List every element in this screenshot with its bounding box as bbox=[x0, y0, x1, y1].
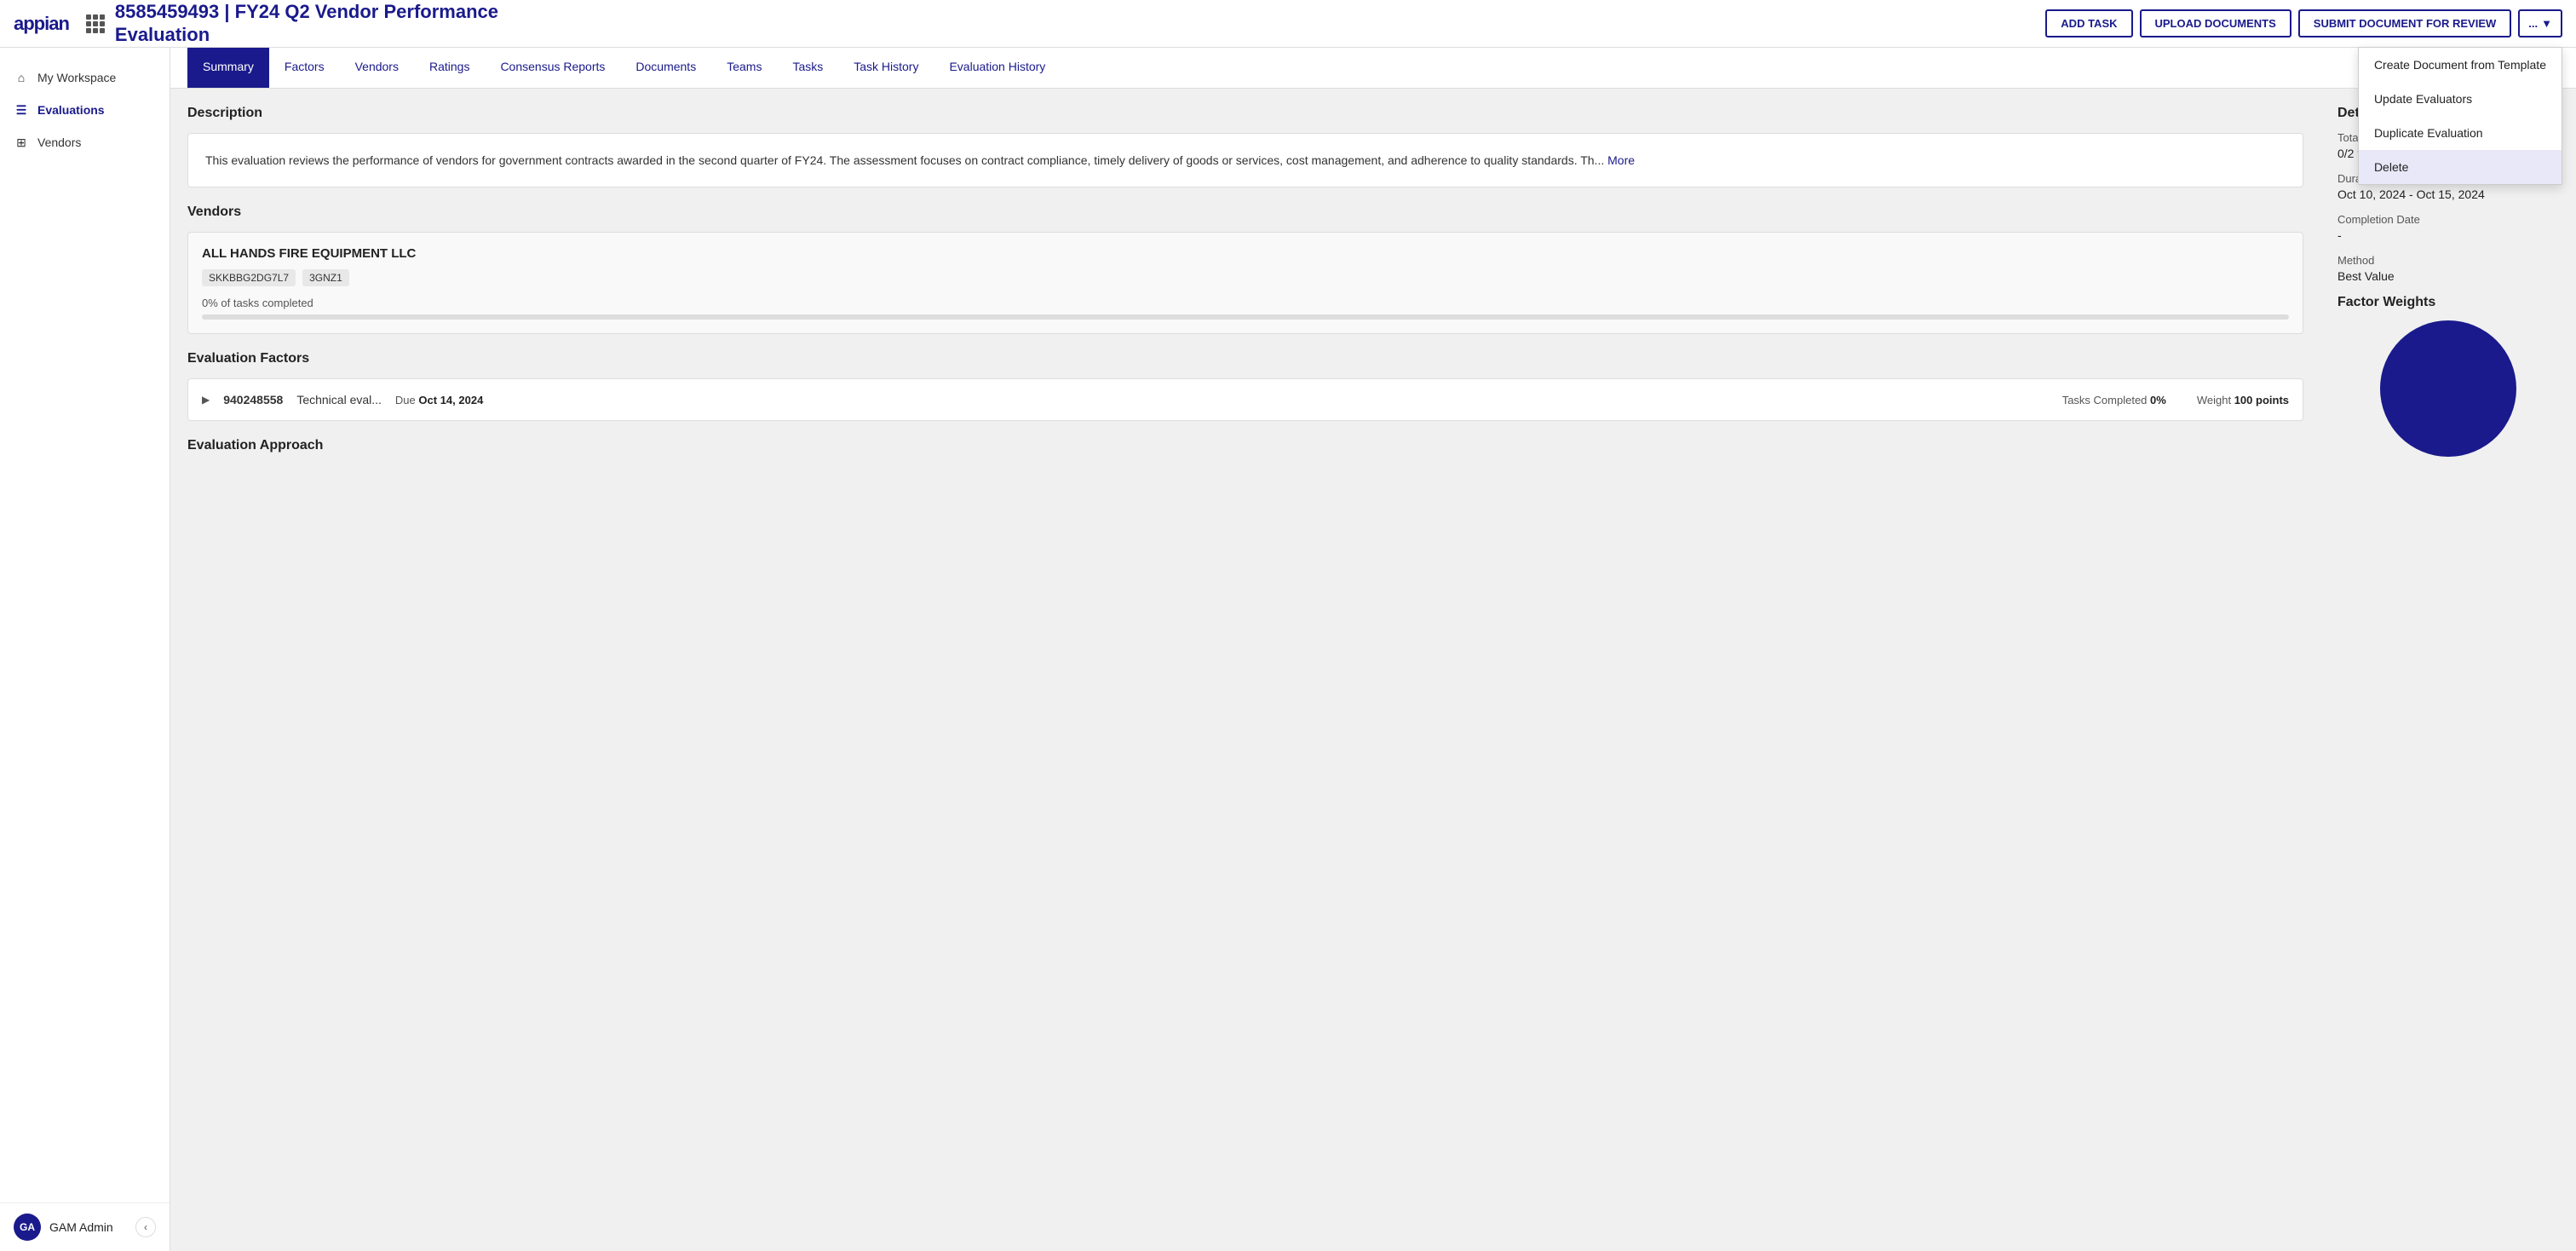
method-value: Best Value bbox=[2337, 269, 2559, 283]
sidebar-nav: ⌂ My Workspace ☰ Evaluations ⊞ Vendors bbox=[0, 48, 170, 172]
dropdown-item-duplicate[interactable]: Duplicate Evaluation bbox=[2359, 116, 2562, 150]
sidebar-item-workspace[interactable]: ⌂ My Workspace bbox=[0, 61, 170, 94]
method-label: Method bbox=[2337, 254, 2559, 267]
description-title: Description bbox=[187, 106, 2303, 121]
tab-task-history[interactable]: Task History bbox=[838, 48, 934, 88]
tab-summary[interactable]: Summary bbox=[187, 48, 269, 88]
sidebar: ⌂ My Workspace ☰ Evaluations ⊞ Vendors G… bbox=[0, 48, 170, 1251]
tabs-bar: Summary Factors Vendors Ratings Consensu… bbox=[170, 48, 2576, 89]
vendor-tags: SKKBBG2DG7L7 3GNZ1 bbox=[202, 269, 2289, 286]
factor-expand-icon[interactable]: ▶ bbox=[202, 394, 210, 406]
sidebar-item-vendors[interactable]: ⊞ Vendors bbox=[0, 126, 170, 159]
logo-text: appian bbox=[14, 13, 69, 35]
add-task-button[interactable]: ADD TASK bbox=[2045, 9, 2132, 37]
upload-documents-button[interactable]: UPLOAD DOCUMENTS bbox=[2140, 9, 2291, 37]
vendor-card: ALL HANDS FIRE EQUIPMENT LLC SKKBBG2DG7L… bbox=[187, 232, 2303, 334]
progress-label: 0% of tasks completed bbox=[202, 297, 2289, 309]
factor-weight: Weight 100 points bbox=[2197, 394, 2289, 406]
vendors-section: Vendors ALL HANDS FIRE EQUIPMENT LLC SKK… bbox=[187, 205, 2303, 334]
completion-value: - bbox=[2337, 228, 2559, 242]
avatar: GA bbox=[14, 1214, 41, 1241]
appian-logo: appian bbox=[14, 13, 69, 35]
sidebar-item-label: Evaluations bbox=[37, 103, 105, 117]
left-panel: Description This evaluation reviews the … bbox=[170, 89, 2320, 1251]
main-area: ⌂ My Workspace ☰ Evaluations ⊞ Vendors G… bbox=[0, 48, 2576, 1251]
factor-desc: Technical eval... bbox=[296, 393, 382, 406]
more-button[interactable]: ... ▼ bbox=[2518, 9, 2562, 37]
chevron-down-icon: ▼ bbox=[2541, 17, 2552, 30]
description-card: This evaluation reviews the performance … bbox=[187, 133, 2303, 187]
vendors-title: Vendors bbox=[187, 205, 2303, 220]
factor-weights-chart bbox=[2380, 320, 2516, 457]
factor-row: ▶ 940248558 Technical eval... Due Oct 14… bbox=[187, 378, 2303, 421]
tab-evaluation-history[interactable]: Evaluation History bbox=[934, 48, 1061, 88]
description-text: This evaluation reviews the performance … bbox=[205, 151, 2286, 170]
factors-title: Evaluation Factors bbox=[187, 351, 2303, 366]
user-name: GAM Admin bbox=[49, 1220, 113, 1234]
tab-vendors[interactable]: Vendors bbox=[340, 48, 414, 88]
more-link[interactable]: More bbox=[1607, 153, 1635, 167]
duration-value: Oct 10, 2024 - Oct 15, 2024 bbox=[2337, 187, 2559, 201]
top-actions: ADD TASK UPLOAD DOCUMENTS SUBMIT DOCUMEN… bbox=[2045, 9, 2562, 37]
grid-menu-icon[interactable] bbox=[86, 14, 105, 33]
tab-ratings[interactable]: Ratings bbox=[414, 48, 485, 88]
sidebar-item-evaluations[interactable]: ☰ Evaluations bbox=[0, 94, 170, 126]
description-section: Description This evaluation reviews the … bbox=[187, 106, 2303, 187]
dropdown-item-update[interactable]: Update Evaluators bbox=[2359, 82, 2562, 116]
sidebar-item-label: Vendors bbox=[37, 135, 81, 149]
page-title-area: 8585459493 | FY24 Q2 Vendor Performance … bbox=[115, 1, 2045, 46]
tab-factors[interactable]: Factors bbox=[269, 48, 340, 88]
home-icon: ⌂ bbox=[14, 70, 29, 85]
list-icon: ☰ bbox=[14, 102, 29, 118]
dropdown-item-create[interactable]: Create Document from Template bbox=[2359, 48, 2562, 82]
right-panel: Details Total Tasks Completed 0/2 tasks … bbox=[2320, 89, 2576, 1251]
factor-due: Due Oct 14, 2024 bbox=[395, 394, 483, 406]
vendor-tag-1: 3GNZ1 bbox=[302, 269, 349, 286]
factors-section: Evaluation Factors ▶ 940248558 Technical… bbox=[187, 351, 2303, 421]
page-title: 8585459493 | FY24 Q2 Vendor Performance … bbox=[115, 1, 2045, 46]
factor-id: 940248558 bbox=[223, 393, 283, 406]
dropdown-menu: Create Document from Template Update Eva… bbox=[2358, 47, 2562, 185]
factor-weights-title: Factor Weights bbox=[2337, 295, 2559, 310]
top-bar: appian 8585459493 | FY24 Q2 Vendor Perfo… bbox=[0, 0, 2576, 48]
dropdown-item-delete[interactable]: Delete bbox=[2359, 150, 2562, 184]
approach-title: Evaluation Approach bbox=[187, 438, 2303, 453]
tab-teams[interactable]: Teams bbox=[711, 48, 777, 88]
vendor-name: ALL HANDS FIRE EQUIPMENT LLC bbox=[202, 246, 2289, 261]
more-dots: ... bbox=[2528, 17, 2538, 30]
main-content: Description This evaluation reviews the … bbox=[170, 89, 2576, 1251]
content-area: Summary Factors Vendors Ratings Consensu… bbox=[170, 48, 2576, 1251]
approach-section: Evaluation Approach bbox=[187, 438, 2303, 465]
completion-label: Completion Date bbox=[2337, 213, 2559, 226]
collapse-sidebar-button[interactable]: ‹ bbox=[135, 1217, 156, 1237]
sidebar-bottom: GA GAM Admin ‹ bbox=[0, 1202, 170, 1251]
tab-tasks[interactable]: Tasks bbox=[777, 48, 838, 88]
factor-tasks: Tasks Completed 0% bbox=[2062, 394, 2166, 406]
tab-consensus-reports[interactable]: Consensus Reports bbox=[485, 48, 620, 88]
vendor-tag-0: SKKBBG2DG7L7 bbox=[202, 269, 296, 286]
sidebar-item-label: My Workspace bbox=[37, 71, 116, 84]
tab-documents[interactable]: Documents bbox=[620, 48, 711, 88]
grid-icon: ⊞ bbox=[14, 135, 29, 150]
submit-review-button[interactable]: SUBMIT DOCUMENT FOR REVIEW bbox=[2298, 9, 2512, 37]
progress-bar bbox=[202, 314, 2289, 320]
